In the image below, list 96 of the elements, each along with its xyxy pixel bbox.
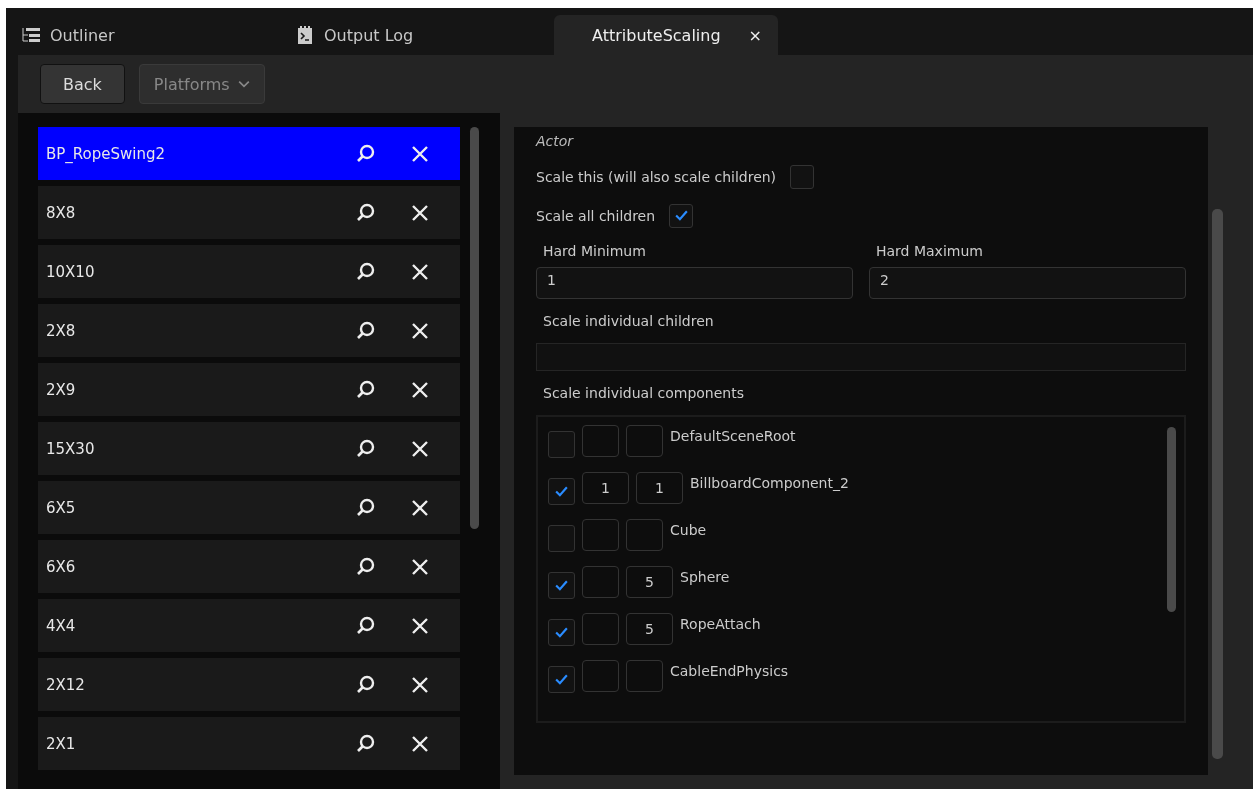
- search-icon[interactable]: [356, 143, 376, 164]
- number-field[interactable]: 1: [636, 472, 683, 504]
- search-icon[interactable]: [356, 733, 376, 754]
- search-icon[interactable]: [356, 320, 376, 341]
- actor-name: 15X30: [46, 439, 96, 458]
- number-field[interactable]: [582, 519, 619, 551]
- close-icon[interactable]: ×: [748, 25, 762, 45]
- actor-row[interactable]: 2X9: [38, 363, 460, 416]
- checkbox[interactable]: [790, 164, 815, 189]
- close-icon[interactable]: [410, 674, 430, 695]
- search-icon[interactable]: [356, 261, 376, 282]
- platforms-dropdown[interactable]: Platforms: [138, 64, 265, 104]
- actor-name: 2X9: [46, 380, 77, 399]
- checkbox[interactable]: [548, 572, 575, 599]
- close-icon[interactable]: [410, 497, 430, 518]
- number-field[interactable]: [626, 425, 663, 457]
- scrollbar[interactable]: [470, 127, 479, 529]
- close-icon[interactable]: [410, 143, 430, 164]
- search-icon[interactable]: [356, 379, 376, 400]
- input-field[interactable]: 1: [536, 267, 853, 299]
- component-name: CableEndPhysics: [670, 662, 789, 679]
- number-field[interactable]: 1: [582, 472, 629, 504]
- number-field[interactable]: [626, 660, 663, 692]
- component-name: Sphere: [680, 568, 730, 585]
- actor-row[interactable]: 2X12: [38, 658, 460, 711]
- number-field[interactable]: 5: [626, 613, 673, 645]
- close-icon[interactable]: [410, 556, 430, 577]
- checkbox[interactable]: [548, 478, 575, 505]
- number-field[interactable]: [582, 613, 619, 645]
- actor-row[interactable]: 10X10: [38, 245, 460, 298]
- section-label: Scale individual children: [542, 313, 715, 329]
- actor-name: 6X6: [46, 557, 77, 576]
- panel-tab[interactable]: Output Log: [258, 15, 542, 55]
- close-icon[interactable]: [410, 202, 430, 223]
- close-icon[interactable]: [410, 320, 430, 341]
- component-name: DefaultSceneRoot: [670, 427, 796, 444]
- close-icon[interactable]: [410, 615, 430, 636]
- input-field[interactable]: 2: [869, 267, 1186, 299]
- actor-row[interactable]: 8X8: [38, 186, 460, 239]
- actor-name: 2X8: [46, 321, 77, 340]
- actor-name: 2X12: [46, 675, 86, 694]
- checkmark-icon: [554, 485, 569, 498]
- actor-name: BP_RopeSwing2: [46, 144, 167, 163]
- checkbox-label: Scale this (will also scale children): [536, 168, 777, 185]
- checkmark-icon: [673, 209, 689, 222]
- number-field[interactable]: [582, 660, 619, 692]
- number-field[interactable]: [626, 519, 663, 551]
- actor-row[interactable]: 6X5: [38, 481, 460, 534]
- actor-row[interactable]: BP_RopeSwing2: [38, 127, 460, 180]
- actor-row[interactable]: 15X30: [38, 422, 460, 475]
- panel-tab[interactable]: AttributeScaling ×: [554, 15, 778, 55]
- panel-tab[interactable]: Outliner: [6, 15, 258, 55]
- section-label: Scale individual components: [542, 385, 745, 401]
- actor-row[interactable]: 2X8: [38, 304, 460, 357]
- actor-name: 6X5: [46, 498, 77, 517]
- back-button[interactable]: Back: [40, 64, 125, 104]
- actor-row[interactable]: 2X1: [38, 717, 460, 770]
- checkbox[interactable]: [548, 525, 575, 552]
- terminal-icon: [296, 26, 314, 44]
- search-icon[interactable]: [356, 556, 376, 577]
- close-icon[interactable]: [410, 733, 430, 754]
- component-name: RopeAttach: [680, 615, 761, 632]
- scrollbar[interactable]: [1167, 427, 1176, 612]
- checkbox[interactable]: [669, 203, 694, 228]
- close-icon[interactable]: [410, 261, 430, 282]
- field-label: Hard Maximum: [875, 243, 984, 259]
- checkbox[interactable]: [548, 431, 575, 458]
- checkmark-icon: [554, 673, 569, 686]
- actor-row[interactable]: 4X4: [38, 599, 460, 652]
- caret-icon: [237, 80, 250, 88]
- number-field[interactable]: [582, 566, 619, 598]
- actor-name: 10X10: [46, 262, 96, 281]
- component-name: BillboardComponent_2: [690, 474, 849, 491]
- component-name: Cube: [670, 521, 707, 538]
- scrollbar[interactable]: [1212, 209, 1223, 759]
- search-icon[interactable]: [356, 438, 376, 459]
- checkbox[interactable]: [548, 666, 575, 693]
- number-field[interactable]: 5: [626, 566, 673, 598]
- close-icon[interactable]: [410, 379, 430, 400]
- actor-name: 4X4: [46, 616, 77, 635]
- number-field[interactable]: [582, 425, 619, 457]
- list-icon: [22, 26, 40, 44]
- checkbox-label: Scale all children: [536, 207, 656, 224]
- actor-row[interactable]: 6X6: [38, 540, 460, 593]
- search-icon[interactable]: [356, 674, 376, 695]
- checkmark-icon: [554, 579, 569, 592]
- search-icon[interactable]: [356, 202, 376, 223]
- close-icon[interactable]: [410, 438, 430, 459]
- actor-name: 2X1: [46, 734, 77, 753]
- checkmark-icon: [554, 626, 569, 639]
- section-heading: Actor: [536, 133, 575, 151]
- field-label: Hard Minimum: [542, 243, 647, 259]
- search-icon[interactable]: [356, 615, 376, 636]
- actor-name: 8X8: [46, 203, 77, 222]
- checkbox[interactable]: [548, 619, 575, 646]
- search-icon[interactable]: [356, 497, 376, 518]
